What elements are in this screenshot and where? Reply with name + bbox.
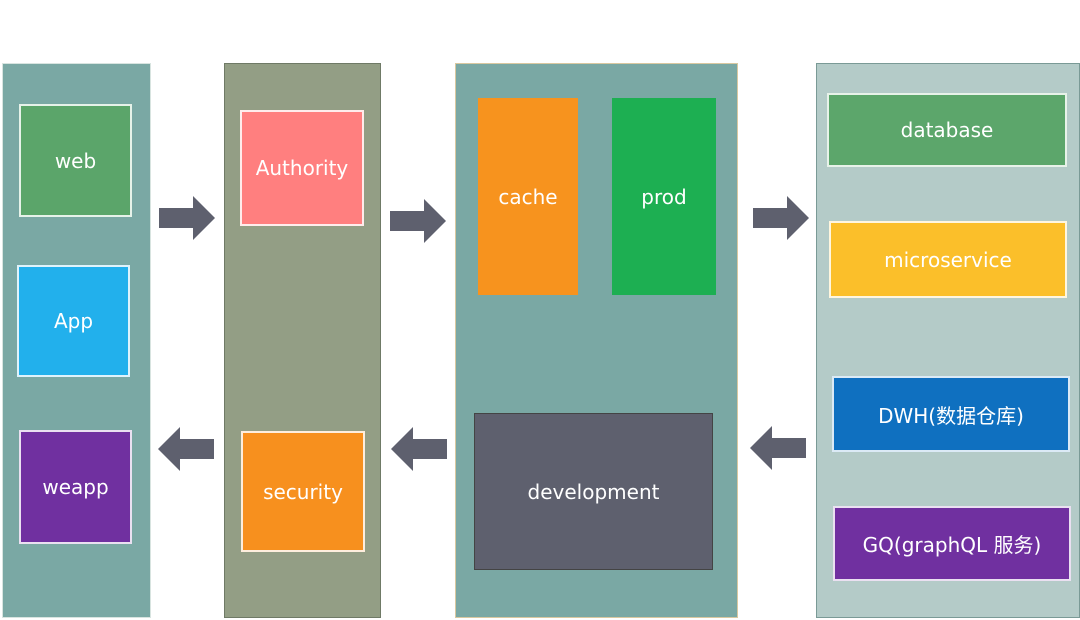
web-box: web [19,104,132,217]
database-box: database [827,93,1067,167]
arrow-right-icon [159,196,215,240]
dwh-box: DWH(数据仓库) [832,376,1070,452]
weapp-box: weapp [19,430,132,544]
arrow-right-icon [390,199,446,243]
cache-box: cache [478,98,578,295]
security-box: security [241,431,365,552]
graphql-box: GQ(graphQL 服务) [833,506,1071,581]
arrow-left-icon [391,427,447,471]
arrow-left-icon [158,427,214,471]
arrow-right-icon [753,196,809,240]
arrow-left-icon [750,426,806,470]
microservice-box: microservice [829,221,1067,298]
prod-box: prod [612,98,716,295]
development-box: development [474,413,713,570]
authority-box: Authority [240,110,364,226]
app-box: App [17,265,130,377]
